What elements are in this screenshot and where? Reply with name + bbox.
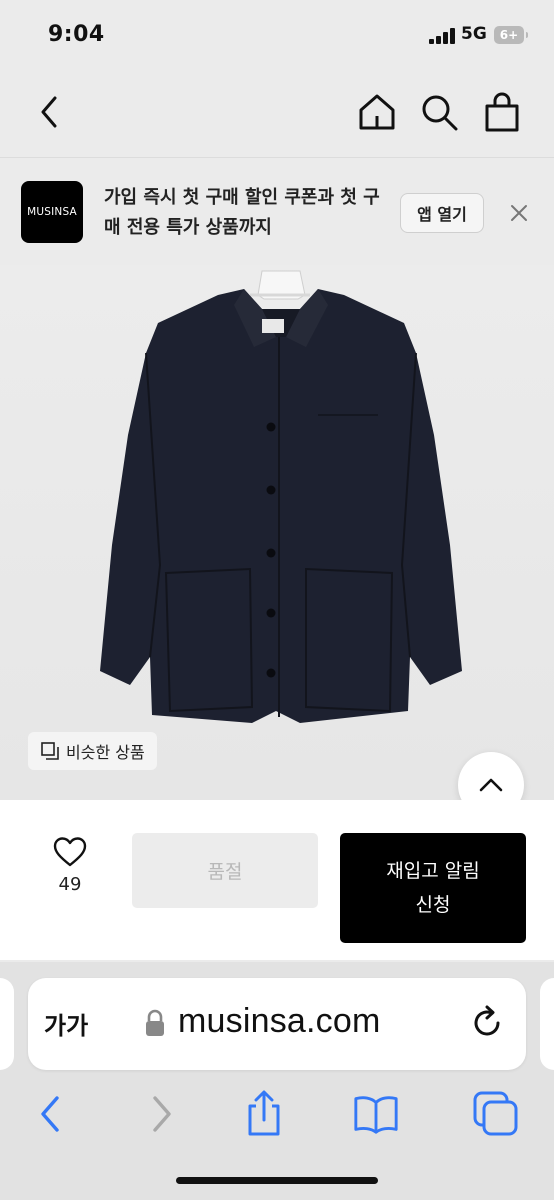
open-app-button[interactable]: 앱 열기 (400, 193, 484, 233)
url-text: musinsa.com (178, 1002, 381, 1040)
sold-out-button: 품절 (132, 833, 318, 908)
tabs-icon[interactable] (472, 1090, 520, 1138)
close-icon[interactable] (505, 199, 533, 227)
share-icon[interactable] (240, 1090, 288, 1138)
similar-products-button[interactable]: 비슷한 상품 (28, 732, 157, 770)
site-header (0, 72, 554, 158)
cellular-signal-icon (429, 28, 457, 44)
purchase-bar: 49 품절 재입고 알림 신청 (0, 800, 554, 960)
text-size-button[interactable]: 가가 (44, 1006, 88, 1041)
like-count: 49 (58, 874, 82, 895)
previous-tab-peek[interactable] (0, 978, 14, 1070)
banner-message: 가입 즉시 첫 구매 할인 쿠폰과 첫 구매 전용 특가 상품까지 (104, 187, 380, 238)
shopping-bag-icon[interactable] (480, 90, 524, 134)
status-bar: 9:04 5G 6+ (0, 0, 554, 72)
next-tab-peek[interactable] (540, 978, 554, 1070)
musinsa-logo: MUSINSA (21, 181, 83, 243)
like-button[interactable]: 49 (40, 836, 100, 906)
safari-toolbar: 가가 musinsa.com (0, 962, 554, 1200)
network-type: 5G (461, 24, 487, 44)
app-download-banner: MUSINSA 가입 즉시 첫 구매 할인 쿠폰과 첫 구매 전용 특가 상품까… (0, 159, 554, 265)
lock-icon (144, 1008, 166, 1038)
chevron-up-icon (479, 778, 503, 792)
battery-icon: 6+ (494, 26, 528, 44)
restock-alert-button[interactable]: 재입고 알림 신청 (340, 833, 526, 943)
jacket-image (100, 270, 462, 723)
similar-products-label: 비슷한 상품 (66, 743, 145, 762)
home-icon[interactable] (355, 90, 399, 134)
back-icon[interactable] (28, 90, 72, 134)
reload-icon[interactable] (468, 1004, 506, 1042)
search-icon[interactable] (417, 90, 461, 134)
similar-icon (41, 742, 59, 760)
home-indicator (176, 1177, 378, 1184)
browser-back-icon[interactable] (26, 1090, 74, 1138)
browser-forward-icon (138, 1090, 186, 1138)
heart-icon (53, 837, 87, 867)
status-time: 9:04 (48, 22, 105, 47)
address-bar[interactable]: 가가 musinsa.com (28, 978, 526, 1070)
product-image[interactable]: 비슷한 상품 (0, 265, 554, 800)
bookmarks-icon[interactable] (352, 1090, 400, 1138)
